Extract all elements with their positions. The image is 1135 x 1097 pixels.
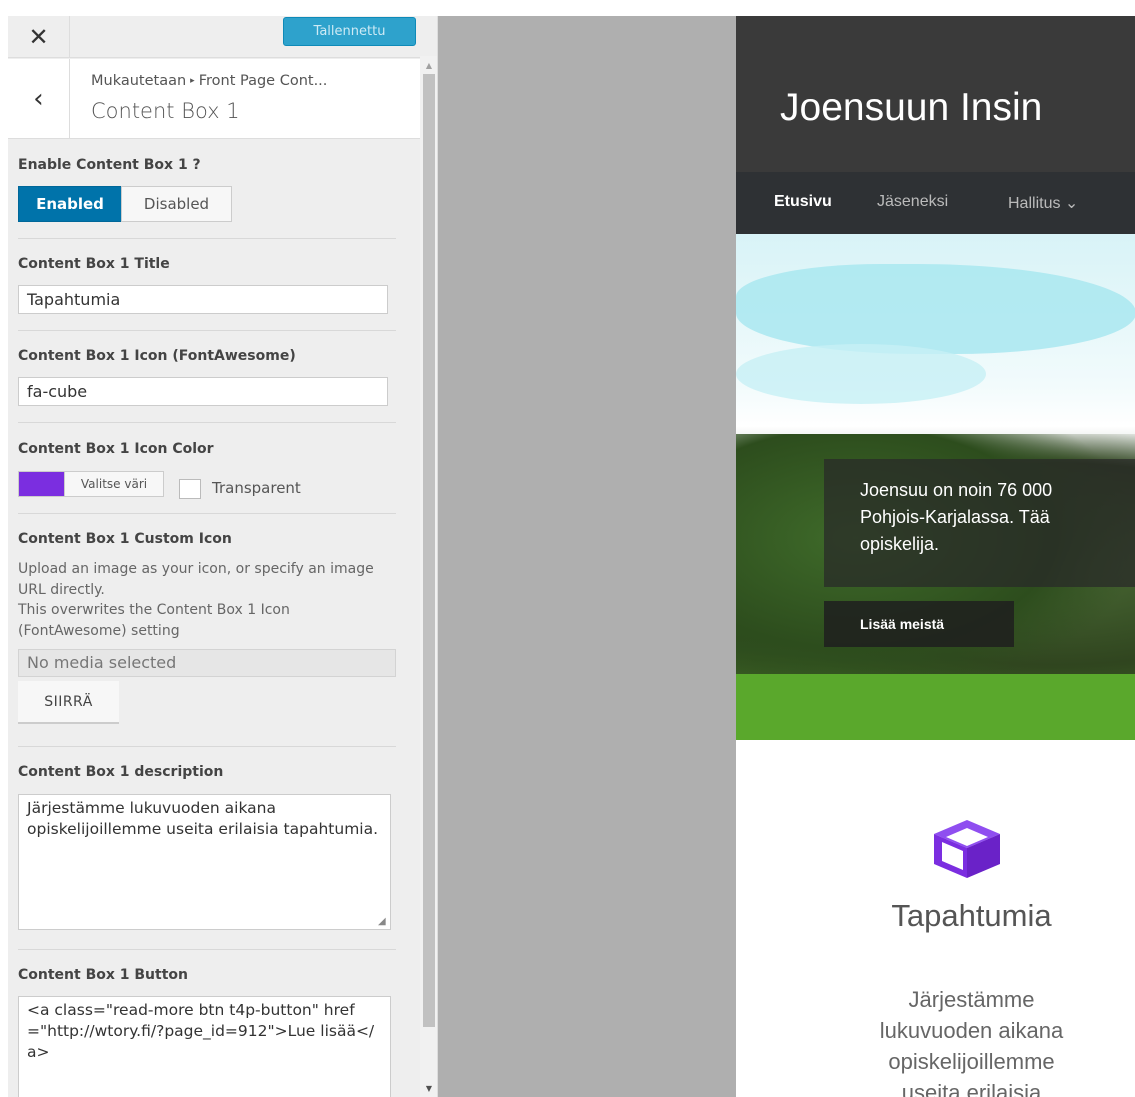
divider [18, 746, 396, 747]
content-box-description-line: Järjestämme [908, 987, 1035, 1012]
divider [18, 238, 396, 239]
description-text: Järjestämme lukuvuoden aikana opiskelijo… [27, 799, 379, 838]
hero-more-button[interactable]: Lisää meistä [824, 601, 1014, 647]
hero-text-line: Pohjois-Karjalassa. Tää [860, 507, 1050, 527]
enabled-toggle-button[interactable]: Enabled [18, 186, 122, 222]
enable-label: Enable Content Box 1 ? [18, 157, 201, 173]
hero-text-line: Joensuu on noin 76 000 [860, 480, 1053, 500]
nav-item-etusivu[interactable]: Etusivu [774, 193, 832, 211]
preview-gutter [438, 16, 736, 1097]
media-field[interactable]: No media selected [18, 649, 396, 677]
icon-label: Content Box 1 Icon (FontAwesome) [18, 348, 296, 364]
scroll-thumb[interactable] [423, 74, 435, 1027]
divider [18, 513, 396, 514]
back-button[interactable]: ‹ [8, 59, 70, 139]
divider [18, 422, 396, 423]
hero-sky [736, 264, 1135, 354]
scroll-up-arrow-icon[interactable]: ▲ [420, 56, 437, 74]
resize-handle-icon[interactable]: ◢ [378, 917, 388, 927]
site-preview: Joensuun Insin Etusivu Jäseneksi Hallitu… [736, 16, 1135, 1097]
content-box-description-line: useita erilaisia [901, 1080, 1042, 1097]
close-icon: ✕ [28, 23, 49, 51]
description-label: Content Box 1 description [18, 764, 224, 780]
custom-icon-description-line: Upload an image as your icon, or specify… [18, 561, 374, 598]
transparent-checkbox[interactable] [179, 479, 201, 499]
icon-input[interactable]: fa-cube [18, 377, 388, 406]
section-header: ‹ Mukautetaan ▸ Front Page Cont... Content… [8, 59, 420, 139]
hero-text-line: opiskelija. [860, 534, 940, 554]
chevron-left-icon: ‹ [33, 84, 44, 114]
title-input[interactable]: Tapahtumia [18, 285, 388, 314]
move-button[interactable]: SIIRRÄ [18, 681, 119, 724]
content-box-description-line: lukuvuoden aikana [879, 1018, 1064, 1043]
button-code-text: <a class="read-more btn t4p-button" href… [27, 1001, 375, 1061]
nav-item-jaseneksi[interactable]: Jäseneksi [877, 193, 948, 211]
breadcrumb: Mukautetaan ▸ Front Page Cont... [91, 73, 327, 89]
description-textarea[interactable]: Järjestämme lukuvuoden aikana opiskelijo… [18, 794, 391, 930]
button-label: Content Box 1 Button [18, 967, 188, 983]
scroll-down-arrow-icon[interactable]: ▼ [420, 1079, 437, 1097]
select-color-button[interactable]: Valitse väri [64, 471, 164, 497]
save-button[interactable]: Tallennettu [283, 17, 416, 46]
divider [18, 330, 396, 331]
button-textarea[interactable]: <a class="read-more btn t4p-button" href… [18, 996, 391, 1097]
cube-icon [930, 816, 1004, 880]
site-nav: Etusivu Jäseneksi Hallitus ⌄ [736, 172, 1135, 234]
custom-icon-label: Content Box 1 Custom Icon [18, 531, 232, 547]
content-box-description-line: opiskelijoillemme [888, 1049, 1055, 1074]
breadcrumb-root: Mukautetaan [91, 73, 187, 89]
section-title: Content Box 1 [91, 99, 240, 123]
icon-color-label: Content Box 1 Icon Color [18, 441, 214, 457]
hero-grass [736, 674, 1135, 740]
site-title[interactable]: Joensuun Insin [780, 86, 1042, 130]
close-customizer-button[interactable]: ✕ [8, 16, 70, 58]
site-header: Joensuun Insin [736, 16, 1135, 172]
divider [18, 949, 396, 950]
customizer-header: ✕ Tallennettu [8, 16, 420, 58]
breadcrumb-separator-icon: ▸ [190, 76, 195, 86]
breadcrumb-parent: Front Page Cont... [198, 73, 328, 89]
custom-icon-description: Upload an image as your icon, or specify… [18, 559, 388, 641]
nav-item-hallitus[interactable]: Hallitus ⌄ [1008, 193, 1078, 213]
content-box-title: Tapahtumia [891, 898, 1052, 933]
color-swatch[interactable] [18, 471, 64, 497]
custom-icon-description-line: This overwrites the Content Box 1 Icon (… [18, 602, 290, 639]
title-label: Content Box 1 Title [18, 256, 170, 272]
hero-sky [736, 344, 986, 404]
hero-image: Joensuu on noin 76 000 Pohjois-Karjalass… [736, 234, 1135, 740]
hero-text: Joensuu on noin 76 000 Pohjois-Karjalass… [860, 477, 1135, 558]
panel-scrollbar[interactable]: ▲ ▼ [420, 56, 437, 1097]
controls-list: Enable Content Box 1 ? Enabled Disabled … [8, 140, 420, 1097]
customizer-panel: ✕ Tallennettu ‹ Mukautetaan ▸ Front Page C… [8, 16, 438, 1097]
content-box-description: Järjestämme lukuvuoden aikana opiskelijo… [736, 984, 1135, 1097]
transparent-label: Transparent [212, 479, 301, 497]
disabled-toggle-button[interactable]: Disabled [121, 186, 232, 222]
